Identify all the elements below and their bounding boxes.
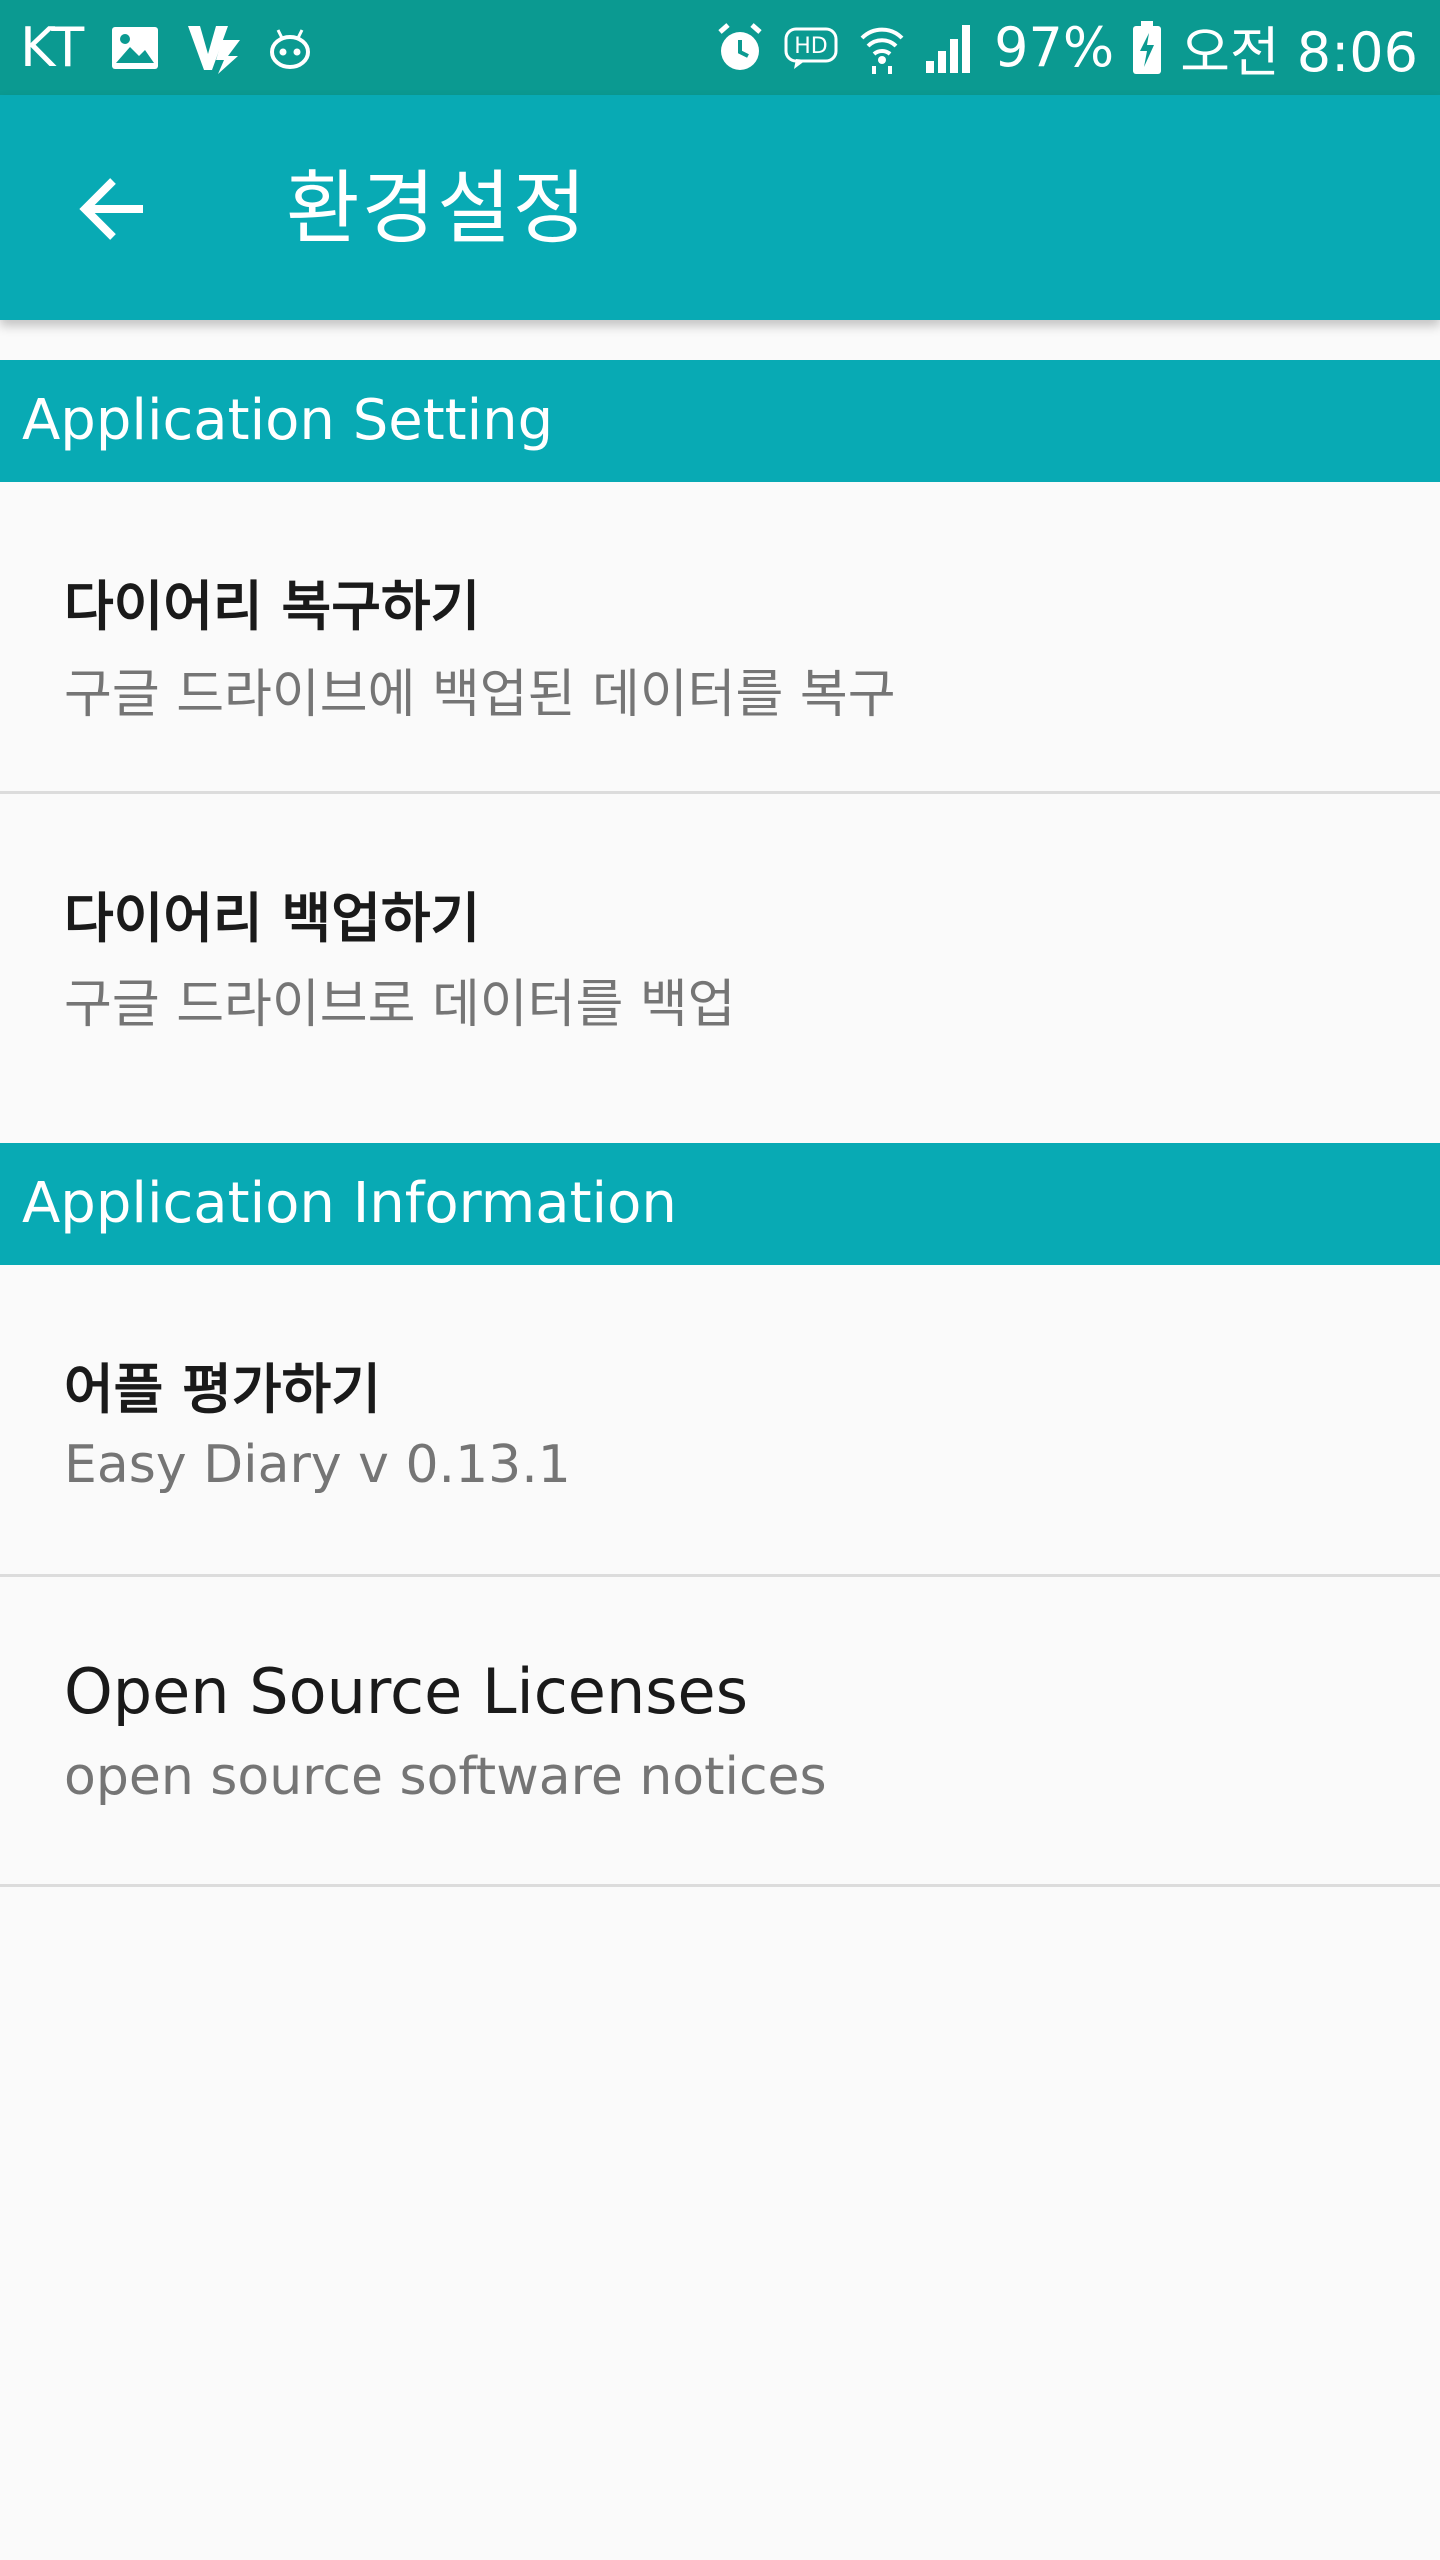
- backup-diary-item[interactable]: 다이어리 백업하기 구글 드라이브로 데이터를 백업: [0, 794, 1440, 1144]
- arrow-left-icon: [77, 177, 147, 241]
- page-title: 환경설정: [286, 162, 589, 255]
- open-source-licenses-item[interactable]: Open Source Licenses open source softwar…: [0, 1577, 1440, 1887]
- clock: 오전 8:06: [1180, 21, 1418, 84]
- section-header-application-information: Application Information: [0, 1143, 1440, 1265]
- pref-summary: open source software notices: [64, 1747, 827, 1807]
- app-bar: 환경설정: [0, 95, 1440, 320]
- wifi-icon: [858, 22, 906, 74]
- alarm-icon: [714, 22, 766, 74]
- pref-title: 다이어리 백업하기: [64, 887, 481, 950]
- pref-title: 다이어리 복구하기: [64, 575, 481, 638]
- battery-charging-icon: [1132, 20, 1162, 75]
- carrier-label: KT: [20, 16, 85, 79]
- svg-text:HD: HD: [794, 34, 827, 59]
- pref-summary: 구글 드라이브로 데이터를 백업: [64, 975, 736, 1035]
- image-icon: [110, 25, 160, 71]
- signal-icon: [924, 23, 976, 73]
- android-icon: [268, 26, 312, 70]
- pref-summary: 구글 드라이브에 백업된 데이터를 복구: [64, 665, 896, 725]
- back-button[interactable]: [60, 157, 164, 261]
- rate-app-item[interactable]: 어플 평가하기 Easy Diary v 0.13.1: [0, 1265, 1440, 1577]
- app-version: Easy Diary v 0.13.1: [64, 1435, 571, 1495]
- section-header-application-setting: Application Setting: [0, 360, 1440, 482]
- restore-diary-item[interactable]: 다이어리 복구하기 구글 드라이브에 백업된 데이터를 복구: [0, 482, 1440, 794]
- hd-voice-icon: HD: [784, 25, 840, 71]
- pref-title: Open Source Licenses: [64, 1655, 748, 1728]
- status-bar: KT HD 97% 오전 8:06: [0, 0, 1440, 95]
- pref-title: 어플 평가하기: [64, 1358, 381, 1421]
- v3-app-icon: [186, 22, 242, 74]
- battery-percent: 97%: [994, 16, 1115, 79]
